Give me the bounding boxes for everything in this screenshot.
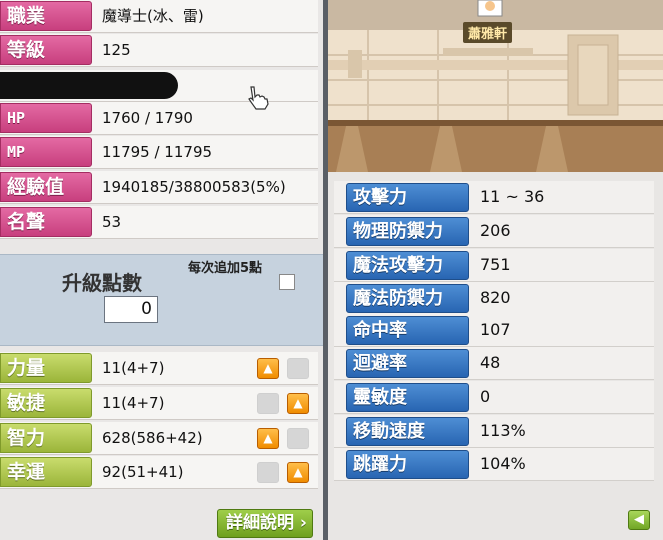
disabled-slot: [257, 393, 279, 414]
detail-value: 48: [480, 353, 501, 372]
hp-label: HP: [0, 103, 92, 133]
up-arrow-icon[interactable]: ▲: [257, 358, 279, 379]
ap-title: 升級點數: [62, 271, 142, 295]
exp-value: 1940185/38800583(5%): [102, 178, 286, 196]
job-value: 魔導士(冰、雷): [102, 7, 204, 25]
level-row: 等級 125: [0, 34, 318, 67]
hand-cursor-icon: [248, 86, 269, 110]
back-arrow-icon[interactable]: ◀: [628, 510, 650, 530]
stat-label: 幸運: [0, 457, 92, 487]
redacted-bar: [0, 72, 178, 99]
detail-row: 物理防禦力 206: [334, 215, 654, 248]
job-label: 職業: [0, 1, 92, 31]
detail-label: 靈敏度: [346, 383, 469, 412]
detail-row: 移動速度 113%: [334, 415, 654, 448]
stat-label: 敏捷: [0, 388, 92, 418]
detail-button-label: 詳細說明: [226, 513, 294, 533]
exp-label: 經驗值: [0, 172, 92, 202]
ap-value: 0: [104, 296, 158, 323]
up-arrow-icon[interactable]: ▲: [287, 462, 309, 483]
disabled-slot: [287, 428, 309, 449]
detail-row: 命中率 107: [334, 314, 654, 347]
detail-row: 魔法攻擊力 751: [334, 249, 654, 282]
level-value: 125: [102, 41, 131, 59]
npc-name-tag: 蕭雅軒: [463, 22, 513, 43]
detail-label: 魔法攻擊力: [346, 251, 469, 280]
auto-assign-label: 每次追加5點: [187, 261, 263, 276]
game-scene: 蕭雅軒: [328, 0, 663, 172]
detail-label: 移動速度: [346, 417, 469, 446]
fame-label: 名聲: [0, 207, 92, 237]
detail-value: 104%: [480, 454, 526, 473]
stat-row: 敏捷 11(4+7) ▲: [0, 387, 318, 420]
level-label: 等級: [0, 35, 92, 65]
stat-label: 力量: [0, 353, 92, 383]
stat-value: 11(4+7): [102, 394, 165, 412]
up-arrow-icon[interactable]: ▲: [287, 393, 309, 414]
detail-row: 攻擊力 11 ~ 36: [334, 181, 654, 214]
stat-value: 11(4+7): [102, 359, 165, 377]
detail-button[interactable]: 詳細說明 ›: [217, 509, 313, 538]
job-row: 職業 魔導士(冰、雷): [0, 0, 318, 33]
stat-value: 628(586+42): [102, 429, 203, 447]
detail-row: 跳躍力 104%: [334, 448, 654, 481]
mp-row: MP 11795 / 11795: [0, 136, 318, 169]
fame-value: 53: [102, 213, 122, 231]
fame-row: 名聲 53: [0, 206, 318, 239]
detail-label: 魔法防禦力: [346, 284, 469, 313]
stat-label: 智力: [0, 423, 92, 453]
detail-label: 迴避率: [346, 349, 469, 378]
stat-row: 幸運 92(51+41) ▲: [0, 456, 318, 489]
exp-row: 經驗值 1940185/38800583(5%): [0, 171, 318, 204]
detail-label: 跳躍力: [346, 450, 469, 479]
stat-row: 力量 11(4+7) ▲: [0, 352, 318, 385]
detail-value: 11 ~ 36: [480, 187, 545, 206]
detail-value: 206: [480, 221, 511, 240]
chevron-right-icon: ›: [294, 513, 307, 533]
mp-label: MP: [0, 137, 92, 167]
detail-value: 0: [480, 387, 491, 406]
detail-label: 物理防禦力: [346, 217, 469, 246]
detail-row: 迴避率 48: [334, 347, 654, 380]
detail-value: 751: [480, 255, 511, 274]
hp-row: HP 1760 / 1790: [0, 102, 318, 135]
detail-label: 攻擊力: [346, 183, 469, 212]
detail-row: 魔法防禦力 820: [334, 282, 654, 315]
detail-value: 107: [480, 320, 511, 339]
disabled-slot: [257, 462, 279, 483]
detail-value: 820: [480, 288, 511, 307]
disabled-slot: [287, 358, 309, 379]
detail-row: 靈敏度 0: [334, 381, 654, 414]
stat-row: 智力 628(586+42) ▲: [0, 422, 318, 455]
auto-assign-checkbox[interactable]: [279, 274, 295, 290]
detailed-stats-panel: 攻擊力 11 ~ 36 物理防禦力 206 魔法攻擊力 751 魔法防禦力 82…: [328, 172, 663, 540]
hp-value: 1760 / 1790: [102, 109, 193, 127]
mp-value: 11795 / 11795: [102, 143, 213, 161]
character-info-panel: 職業 魔導士(冰、雷) 等級 125 HP 1760 / 1790 MP 117…: [0, 0, 323, 540]
detail-label: 命中率: [346, 316, 469, 345]
detail-value: 113%: [480, 421, 526, 440]
up-arrow-icon[interactable]: ▲: [257, 428, 279, 449]
stat-value: 92(51+41): [102, 463, 184, 481]
ability-points-section: [0, 254, 323, 346]
